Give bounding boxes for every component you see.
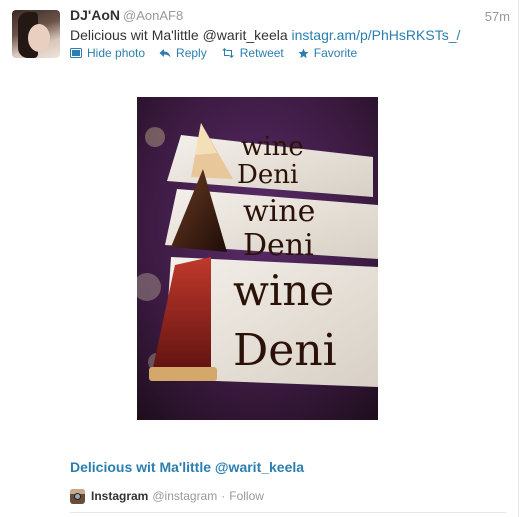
reply-icon [159,49,171,58]
plate-text-6: Deni [233,325,337,376]
retweet-label: Retweet [239,46,284,60]
tweet-header: DJ'AoN @AonAF8 57m [70,7,510,25]
card-title[interactable]: Delicious wit Ma'little @warit_keela [70,459,304,475]
plate-text-1: wine [241,132,304,162]
plate-text-5: wine [233,266,334,315]
instagram-icon[interactable] [70,488,85,504]
dessert-photo: wine Deni wine Deni wine Deni [137,97,378,420]
separator-dot: · [221,489,226,503]
favorite-label: Favorite [313,46,358,60]
attribution: Instagram @instagram · Follow [70,487,264,505]
tweet-body: Delicious wit Ma'little @warit_keela [70,27,288,43]
username[interactable]: @AonAF8 [123,8,183,23]
divider [70,512,506,513]
retweet-button[interactable]: Retweet [221,46,284,60]
hide-photo-button[interactable]: Hide photo [70,46,145,60]
tweet-photo[interactable]: wine Deni wine Deni wine Deni [137,97,378,420]
avatar-face [28,24,50,52]
favorite-button[interactable]: Favorite [298,46,357,60]
star-icon [298,47,309,58]
tweet-actions: Hide photo Reply Retweet Favorite [70,45,371,61]
plate-text-2: Deni [237,160,298,190]
reply-label: Reply [176,46,207,60]
tweet-link[interactable]: instagr.am/p/PhHsRKSTs_/ [292,27,461,43]
timestamp[interactable]: 57m [485,9,510,24]
retweet-icon [221,48,234,58]
photo-icon [70,48,82,58]
fullname[interactable]: DJ'AoN [70,7,120,23]
attribution-handle[interactable]: @instagram [152,489,217,503]
plate-text-4: Deni [243,228,314,263]
avatar[interactable] [12,10,60,58]
reply-button[interactable]: Reply [159,46,207,60]
plate-text-3: wine [243,194,315,229]
hide-photo-label: Hide photo [87,46,146,60]
attribution-name[interactable]: Instagram [91,489,148,503]
follow-button[interactable]: Follow [229,489,264,503]
tweet-text: Delicious wit Ma'little @warit_keela ins… [70,26,510,44]
tweet: DJ'AoN @AonAF8 57m Delicious wit Ma'littl… [0,0,519,517]
